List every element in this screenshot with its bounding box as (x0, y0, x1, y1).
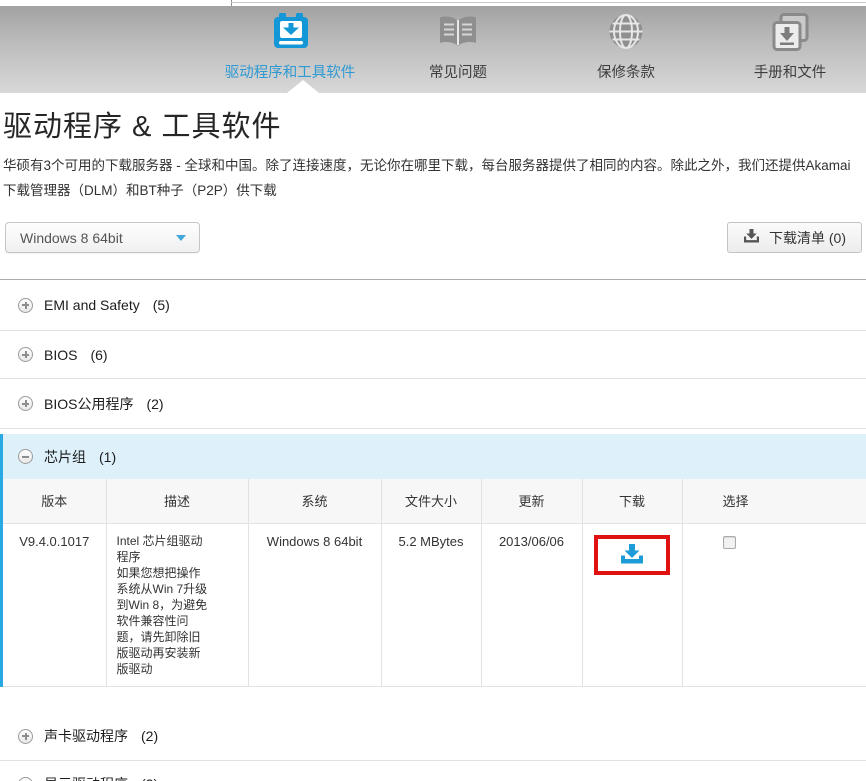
section-label: EMI and Safety (44, 297, 140, 313)
download-list-label: 下载清单 (0) (769, 229, 846, 246)
col-updated: 更新 (481, 479, 583, 524)
tab-warranty[interactable]: 保修条款 (536, 12, 716, 82)
cell-select (682, 523, 866, 687)
cell-download (582, 523, 683, 687)
download-file-icon[interactable] (619, 544, 645, 565)
page-title: 驱动程序 & 工具软件 (3, 111, 282, 143)
asus-download-page: 驱动程序和工具软件 常见问题 保修条款 手册和文件 驱动程序 & 工具软件 华硕… (0, 0, 866, 781)
col-version: 版本 (3, 479, 107, 524)
page-description: 华硕有3个可用的下载服务器 - 全球和中国。除了连接速度，无论你在哪里下载，每台… (3, 158, 851, 198)
section-chipset-expanded: 芯片组 (1) 版本 描述 系统 文件大小 更新 下载 选择 V9.4.0.10… (0, 434, 866, 687)
collapse-minus-icon (18, 449, 33, 464)
section-count: (5) (152, 297, 170, 313)
support-tab-bar: 驱动程序和工具软件 常见问题 保修条款 手册和文件 (0, 6, 866, 93)
cell-file-size: 5.2 MBytes (381, 523, 482, 687)
section-label: 显示驱动程序 (44, 774, 128, 781)
col-file-size: 文件大小 (381, 479, 482, 524)
chevron-down-icon (176, 234, 186, 241)
section-count: (2) (146, 395, 164, 412)
description-line2: 如果您想把操作系统从Win 7升级到Win 8，为避免软件兼容性问题，请先卸除旧… (116, 565, 208, 676)
description-line1: Intel 芯片组驱动程序 (116, 533, 203, 564)
tab-label: 常见问题 (429, 65, 487, 81)
cell-system: Windows 8 64bit (248, 523, 382, 687)
downloads-table: 版本 描述 系统 文件大小 更新 下载 选择 V9.4.0.1017 Intel… (3, 479, 866, 687)
col-system: 系统 (248, 479, 382, 524)
tab-manual[interactable]: 手册和文件 (700, 12, 866, 82)
section-count: (2) (141, 776, 158, 781)
tab-drivers-and-tools[interactable]: 驱动程序和工具软件 (200, 12, 380, 82)
tab-label: 驱动程序和工具软件 (224, 65, 356, 81)
faq-book-icon (434, 12, 482, 54)
cell-updated: 2013/06/06 (481, 523, 583, 687)
cell-version: V9.4.0.1017 (3, 523, 107, 687)
section-count: (1) (99, 448, 117, 465)
driver-download-icon (266, 12, 314, 54)
select-checkbox[interactable] (722, 535, 736, 549)
os-select-value: Windows 8 64bit (20, 229, 123, 246)
expand-plus-icon (18, 396, 33, 411)
col-download: 下载 (582, 479, 683, 524)
tab-label: 手册和文件 (753, 65, 827, 81)
highlight-box (594, 534, 670, 575)
download-categories: EMI and Safety (5) BIOS (6) BIOS公用程序 (2)… (0, 279, 866, 781)
section-bios[interactable]: BIOS (6) (0, 331, 866, 379)
section-chipset-header[interactable]: 芯片组 (1) (3, 434, 866, 479)
section-label: 芯片组 (44, 448, 86, 465)
section-label: 声卡驱动程序 (44, 728, 128, 744)
section-label: BIOS公用程序 (44, 395, 134, 412)
table-row: V9.4.0.1017 Intel 芯片组驱动程序 如果您想把操作系统从Win … (3, 523, 866, 687)
filter-toolbar: Windows 8 64bit 下载清单 (0) (0, 222, 866, 253)
table-header-row: 版本 描述 系统 文件大小 更新 下载 选择 (3, 479, 866, 524)
col-select: 选择 (682, 479, 866, 524)
section-emi-and-safety[interactable]: EMI and Safety (5) (0, 279, 866, 331)
active-tab-notch (287, 80, 319, 93)
section-display-driver[interactable]: 显示驱动程序 (2) (0, 761, 866, 781)
download-list-button[interactable]: 下载清单 (0) (727, 222, 862, 253)
expand-plus-icon (18, 347, 33, 362)
download-tray-icon (743, 228, 760, 247)
cell-description: Intel 芯片组驱动程序 如果您想把操作系统从Win 7升级到Win 8，为避… (106, 523, 249, 687)
section-label: BIOS (44, 346, 78, 363)
manual-document-icon (766, 12, 814, 54)
tab-label: 保修条款 (597, 65, 655, 81)
expand-plus-icon (18, 776, 33, 781)
os-select[interactable]: Windows 8 64bit (5, 222, 200, 253)
tab-faq[interactable]: 常见问题 (368, 12, 548, 82)
expand-plus-icon (18, 728, 33, 744)
section-count: (6) (90, 346, 108, 363)
top-divider-line (231, 2, 866, 3)
section-audio-driver[interactable]: 声卡驱动程序 (2) (0, 713, 866, 761)
expand-plus-icon (18, 297, 33, 313)
warranty-globe-icon (602, 12, 650, 54)
section-count: (2) (141, 728, 159, 744)
section-bios-utilities[interactable]: BIOS公用程序 (2) (0, 379, 866, 429)
col-description: 描述 (106, 479, 249, 524)
